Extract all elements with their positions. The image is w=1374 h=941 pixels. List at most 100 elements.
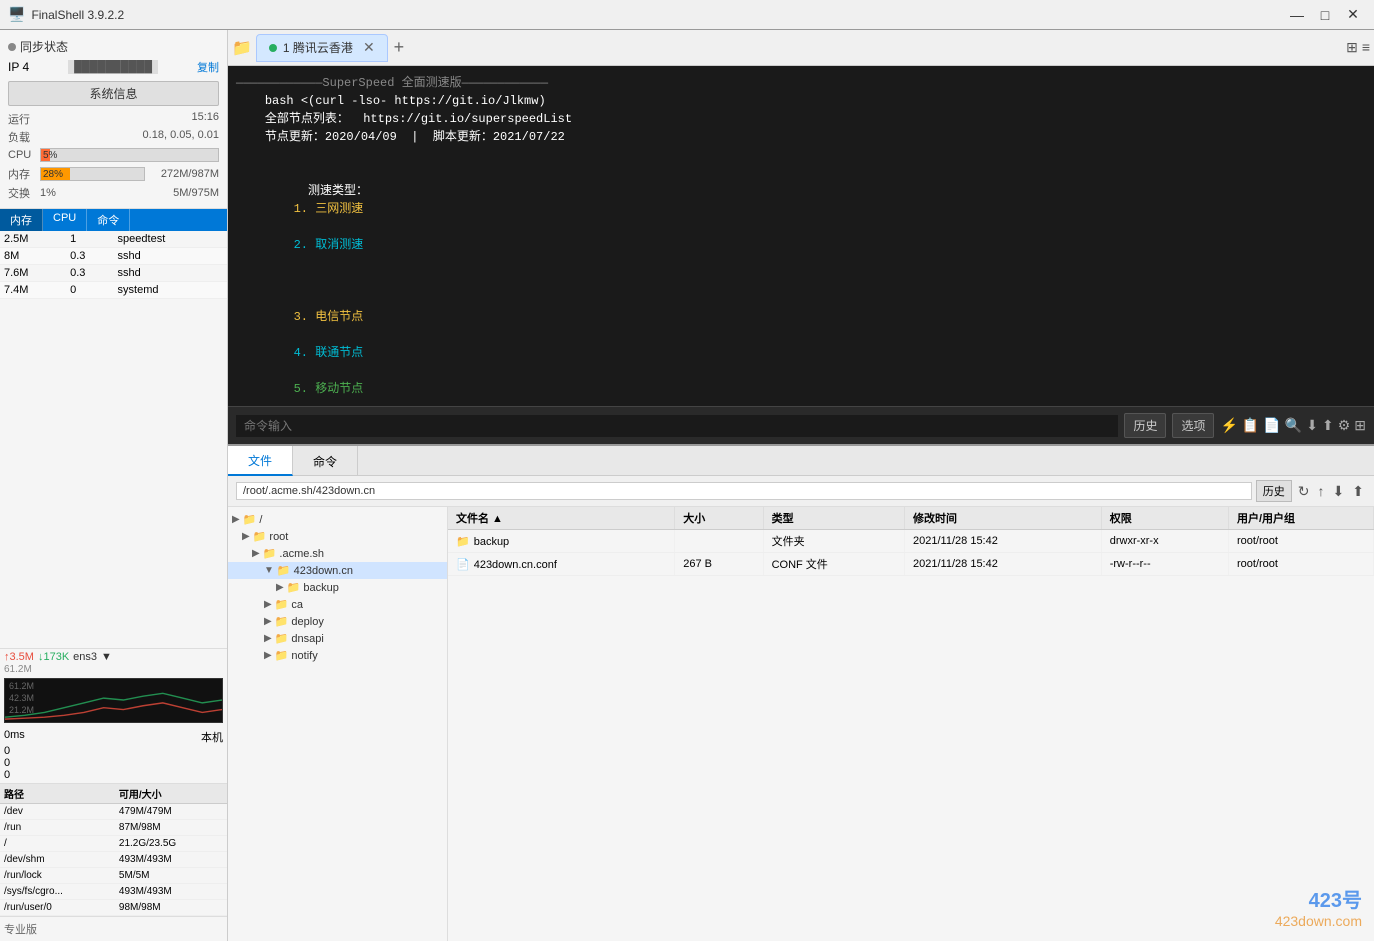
proc-tab-cmd[interactable]: 命令: [87, 209, 130, 231]
tree-expand-acme: ▶: [252, 548, 260, 559]
disk-avail: 479M/479M: [115, 804, 227, 820]
download-file-icon[interactable]: ⬇: [1333, 483, 1345, 500]
path-input[interactable]: [236, 482, 1252, 500]
new-tab-button[interactable]: +: [394, 37, 405, 58]
tree-expand-423: ▼: [264, 565, 274, 576]
tree-item-backup[interactable]: ▶ 📁 backup: [228, 579, 447, 596]
tree-item-acme[interactable]: ▶ 📁 .acme.sh: [228, 545, 447, 562]
sidebar-footer: 专业版: [0, 916, 227, 941]
file-name: 📁backup: [448, 530, 675, 553]
cpu-progress-bar: 5%: [40, 148, 219, 162]
history-button[interactable]: 历史: [1124, 413, 1166, 438]
sysinfo-button[interactable]: 系统信息: [8, 81, 219, 106]
tree-item-notify[interactable]: ▶ 📁 notify: [228, 647, 447, 664]
file-size: [675, 530, 763, 553]
tab-files[interactable]: 文件: [228, 446, 293, 476]
proc-cmd: systemd: [114, 282, 227, 299]
tab-grid-icons: ⊞ ≡: [1346, 39, 1370, 56]
col-modified[interactable]: 修改时间: [905, 507, 1102, 530]
tree-item-ca[interactable]: ▶ 📁 ca: [228, 596, 447, 613]
process-row: 2.5M1speedtest: [0, 231, 227, 248]
minimize-button[interactable]: —: [1284, 5, 1310, 25]
proc-tab-cpu[interactable]: CPU: [43, 209, 87, 231]
tree-item-root[interactable]: ▶ 📁 /: [228, 511, 447, 528]
tab-close-btn[interactable]: ✕: [363, 39, 375, 56]
disk-path: /dev/shm: [0, 852, 115, 868]
lightning-icon[interactable]: ⚡: [1220, 417, 1237, 434]
disk-row: /dev/shm493M/493M: [0, 852, 227, 868]
upload-file-icon[interactable]: ⬆: [1352, 483, 1364, 500]
file-owner: root/root: [1228, 553, 1373, 576]
tree-label-dnsapi: dnsapi: [291, 633, 323, 645]
tree-item-423down[interactable]: ▼ 📁 423down.cn: [228, 562, 447, 579]
file-row[interactable]: 📄423down.cn.conf267 BCONF 文件2021/11/28 1…: [448, 553, 1374, 576]
col-type[interactable]: 类型: [763, 507, 904, 530]
right-content: 📁 1 腾讯云香港 ✕ + ⊞ ≡ ————————————SuperSpeed…: [228, 30, 1374, 941]
mem-label: 内存: [8, 166, 36, 182]
download-icon[interactable]: ⬇: [1306, 417, 1318, 434]
col-owner[interactable]: 用户/用户组: [1228, 507, 1373, 530]
net-expand-icon[interactable]: ▼: [101, 651, 112, 663]
tree-item-root2[interactable]: ▶ 📁 root: [228, 528, 447, 545]
run-label: 运行: [8, 111, 30, 127]
swap-value: 5M/975M: [173, 187, 219, 199]
command-input[interactable]: [236, 415, 1118, 437]
options-button[interactable]: 选项: [1172, 413, 1214, 438]
terminal-line-1: bash <(curl -lso- https://git.io/Jlkmw): [236, 92, 1366, 110]
maximize-button[interactable]: □: [1312, 5, 1338, 25]
upload-icon[interactable]: ⬆: [1322, 417, 1334, 434]
expand-icon[interactable]: ⊞: [1354, 417, 1366, 434]
app-icon: 🖥️: [8, 6, 25, 23]
net-header: ↑3.5M ↓173K ens3 ▼: [4, 651, 223, 663]
up-dir-icon[interactable]: ↑: [1318, 483, 1325, 499]
swap-row: 交换 1% 5M/975M: [8, 184, 219, 202]
path-history-button[interactable]: 历史: [1256, 480, 1292, 502]
folder-icon-423: 📁: [277, 564, 291, 577]
col-perms[interactable]: 权限: [1101, 507, 1228, 530]
tree-expand-deploy: ▶: [264, 616, 272, 627]
disk-avail: 98M/98M: [115, 900, 227, 916]
mem-value: 272M/987M: [149, 168, 219, 180]
file-row[interactable]: 📁backup文件夹2021/11/28 15:42drwxr-xr-xroot…: [448, 530, 1374, 553]
proc-tab-mem[interactable]: 内存: [0, 209, 43, 231]
window-controls: — □ ✕: [1284, 5, 1366, 25]
disk-path: /: [0, 836, 115, 852]
col-size[interactable]: 大小: [675, 507, 763, 530]
search-icon[interactable]: 🔍: [1285, 417, 1302, 434]
file-table: 文件名 ▲ 大小 类型 修改时间 权限 用户/用户组 📁backup文件夹202…: [448, 507, 1374, 576]
bottom-tabs: 文件 命令: [228, 446, 1374, 476]
folder-icon-acme: 📁: [263, 547, 277, 560]
file-modified: 2021/11/28 15:42: [905, 530, 1102, 553]
settings-icon[interactable]: ⚙: [1338, 417, 1351, 434]
tab-commands[interactable]: 命令: [293, 446, 358, 476]
mem-progress-bar: 28%: [40, 167, 145, 181]
load-label: 负载: [8, 129, 30, 145]
tree-expand-notify: ▶: [264, 650, 272, 661]
tree-item-dnsapi[interactable]: ▶ 📁 dnsapi: [228, 630, 447, 647]
list-view-icon[interactable]: ≡: [1362, 39, 1370, 56]
copy-button[interactable]: 复制: [197, 59, 219, 75]
sidebar-header: 同步状态 IP 4 ██████████ 复制 系统信息 运行 15:16 负载…: [0, 30, 227, 209]
file-icon[interactable]: 📄: [1263, 417, 1280, 434]
file-list: 文件名 ▲ 大小 类型 修改时间 权限 用户/用户组 📁backup文件夹202…: [448, 507, 1374, 941]
clipboard-icon[interactable]: 📋: [1242, 417, 1259, 434]
tab-tencent[interactable]: 1 腾讯云香港 ✕: [256, 34, 388, 62]
terminal[interactable]: ————————————SuperSpeed 全面测速版————————————…: [228, 66, 1374, 406]
refresh-icon[interactable]: ↻: [1298, 483, 1310, 500]
tree-label-root: /: [259, 514, 262, 526]
tree-item-deploy[interactable]: ▶ 📁 deploy: [228, 613, 447, 630]
folder-icon-deploy: 📁: [275, 615, 289, 628]
folder-icon-dnsapi: 📁: [275, 632, 289, 645]
folder-icon[interactable]: 📁: [232, 38, 252, 58]
col-name[interactable]: 文件名 ▲: [448, 507, 675, 530]
tree-expand-ca: ▶: [264, 599, 272, 610]
edition-label: 专业版: [4, 924, 37, 936]
disk-col-avail: 可用/大小: [115, 784, 227, 804]
grid-view-icon[interactable]: ⊞: [1346, 39, 1358, 56]
proc-cmd: sshd: [114, 248, 227, 265]
disk-row: /run/lock5M/5M: [0, 868, 227, 884]
proc-mem: 8M: [0, 248, 66, 265]
tree-label-deploy: deploy: [291, 616, 323, 628]
disk-path: /dev: [0, 804, 115, 820]
close-button[interactable]: ✕: [1340, 5, 1366, 25]
